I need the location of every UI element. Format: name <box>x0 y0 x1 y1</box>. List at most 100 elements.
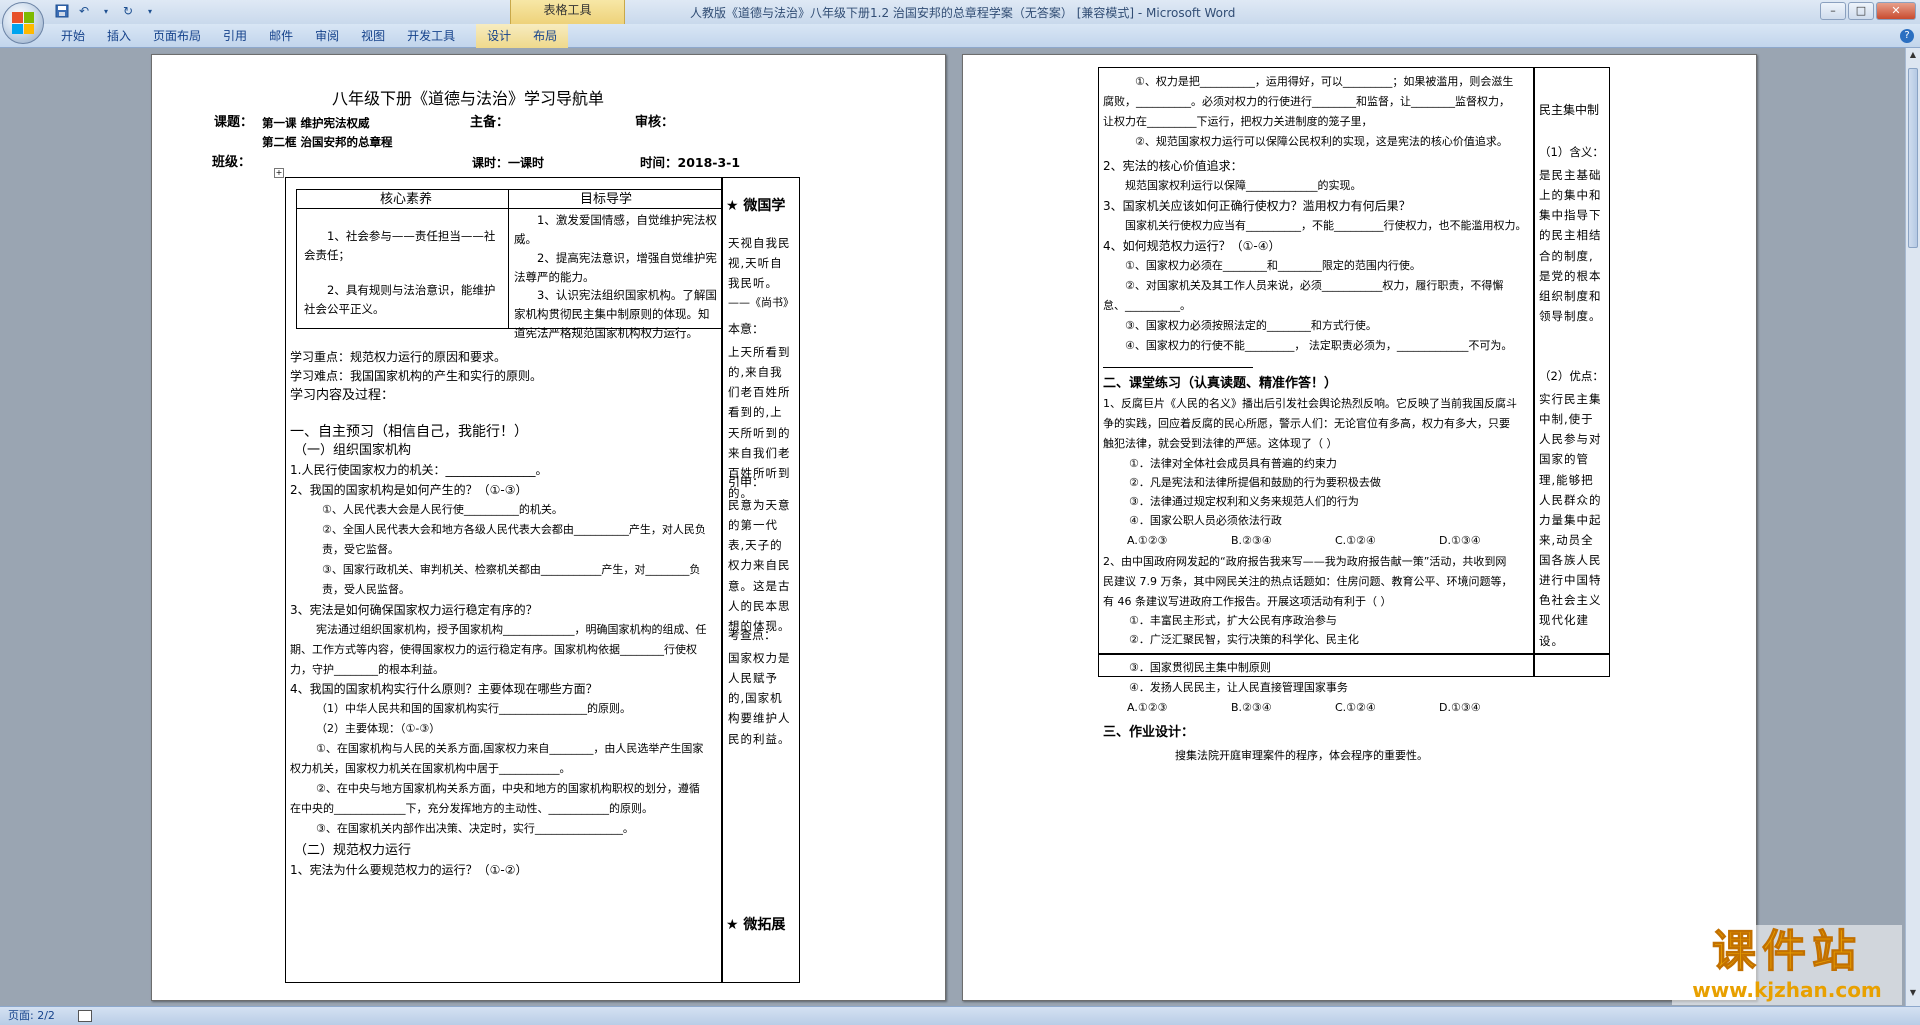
section-1-heading: 一、自主预习（相信自己，我能行！） <box>290 424 528 440</box>
scroll-up-arrow-icon[interactable]: ▲ <box>1908 50 1918 62</box>
p2-q4b2: 怠、__________。 <box>1103 299 1191 312</box>
p2-q2a: 规范国家权利运行以保障_____________的实现。 <box>1125 179 1362 192</box>
q2-b: ②、全国人民代表大会和地方各级人民代表大会都由__________产生，对人民负 <box>322 523 706 536</box>
core-item-1: 1、社会参与——责任担当——社会责任； <box>304 229 496 262</box>
tab-references[interactable]: 引用 <box>212 24 258 48</box>
document-workspace[interactable]: 八年级下册《道德与法治》学习导航单 课题： 第一课 维护宪法权威 主备： 审核：… <box>0 48 1905 1006</box>
goal-item-1: 1、激发爱国情感，自觉维护宪法权威。 <box>514 213 717 246</box>
ex2-c: 有 46 条建议写进政府工作报告。开展这项活动有利于（ ） <box>1103 595 1392 608</box>
key-point: 学习重点：规范权力运行的原因和要求。 <box>290 350 507 364</box>
redo-icon[interactable]: ↻ <box>120 3 136 19</box>
tab-page-layout[interactable]: 页面布局 <box>142 24 212 48</box>
office-button[interactable] <box>2 2 44 44</box>
q4-d2: 在中央的_____________下，充分发挥地方的主动性、__________… <box>290 802 653 815</box>
watermark-url: www.kjzhan.com <box>1692 978 1882 1002</box>
ex2-option-3: ③．国家贯彻民主集中制原则 <box>1129 661 1271 674</box>
tab-home[interactable]: 开始 <box>50 24 96 48</box>
q4-e: ③、在国家机关内部作出决策、决定时，实行________________。 <box>316 822 634 835</box>
date-label: 时间：2018-3-1 <box>640 155 741 170</box>
tab-layout[interactable]: 布局 <box>522 24 569 48</box>
proofing-icon[interactable] <box>78 1010 92 1022</box>
q4-c2: 权力机关，国家权力机关在国家机构中居于___________。 <box>290 762 571 775</box>
difficulty-point: 学习难点：我国国家机构的产生和实行的原则。 <box>290 369 543 383</box>
tab-insert[interactable]: 插入 <box>96 24 142 48</box>
tab-design[interactable]: 设计 <box>476 24 523 48</box>
doc-title: 八年级下册《道德与法治》学习导航单 <box>332 89 605 108</box>
customize-toolbar-icon[interactable]: ▾ <box>142 3 158 19</box>
goal-header: 目标导学 <box>580 192 633 207</box>
tab-mailings[interactable]: 邮件 <box>258 24 304 48</box>
editor-label: 主备： <box>470 115 510 130</box>
ex1-option-2: ②．凡是宪法和法律所提倡和鼓励的行为要积极去做 <box>1129 476 1381 489</box>
goal-item-2: 2、提高宪法意识，增强自觉维护宪法尊严的能力。 <box>514 251 717 284</box>
p2-q4c: ③、国家权力必须按照法定的________和方式行使。 <box>1125 319 1377 332</box>
tab-view[interactable]: 视图 <box>350 24 396 48</box>
goal-item-3: 3、认识宪法组织国家机构。了解国家机构贯彻民主集中制原则的体现。知道宪法严格规范… <box>514 288 717 340</box>
maximize-button[interactable]: □ <box>1848 2 1874 20</box>
p2-line-1d: ②、规范国家权力运行可以保障公民权利的实现，这是宪法的核心价值追求。 <box>1135 135 1508 148</box>
p2-side-adv-label: （2）优点： <box>1539 369 1604 383</box>
ex2-a: 2、由中国政府网发起的“政府报告我来写——我为政府报告献一策”活动，共收到网 <box>1103 555 1507 568</box>
ex1-choice-b: B.②③④ <box>1231 534 1272 547</box>
class-label: 班级： <box>212 155 252 170</box>
watermark-main-text: 课件站 <box>1712 926 1862 978</box>
q5: 1、宪法为什么要规范权力的运行？（①-②） <box>290 863 528 877</box>
ex1-b: 争的实践，回应着反腐的民心所愿，警示人们：无论官位有多高，权力有多大，只要 <box>1103 417 1510 430</box>
lesson-line-1: 第一课 维护宪法权威 <box>262 116 370 130</box>
tab-developer[interactable]: 开发工具 <box>396 24 466 48</box>
p2-line-1b: 腐败，__________。必须对权力的行使进行________和监督，让___… <box>1103 95 1510 108</box>
q4-d: ②、在中央与地方国家机构关系方面，中央和地方的国家机构职权的划分，遵循 <box>316 782 700 795</box>
table-bottom-row-line <box>1098 653 1610 655</box>
subsection-2: （二）规范权力运行 <box>294 843 412 858</box>
document-page-2[interactable]: ①、权力是把__________，运用得好，可以_________；如果被滥用，… <box>962 54 1757 1001</box>
vertical-scrollbar[interactable]: ▲ ▼ <box>1905 48 1920 1006</box>
p2-q4d: ④、国家权力的行使不能_________， 法定职责必须为，__________… <box>1125 339 1513 352</box>
ex2-choice-c: C.①②④ <box>1335 701 1376 714</box>
ex2-option-2: ②．广泛汇聚民智，实行决策的科学化、民主化 <box>1129 633 1359 646</box>
q2-b2: 责，受它监督。 <box>322 543 399 556</box>
hours-label: 课时：一课时 <box>472 156 545 170</box>
section-2-heading: 二、课堂练习（认真读题、精准作答！） <box>1103 376 1338 391</box>
side-ext-label: 引申： <box>728 475 765 489</box>
close-button[interactable]: ✕ <box>1876 2 1916 20</box>
dropdown-arrow-icon[interactable]: ▾ <box>98 3 114 19</box>
side-title: ★ 微国学 <box>726 198 786 214</box>
window-controls: – □ ✕ <box>1820 2 1916 20</box>
table-move-handle-icon[interactable]: + <box>274 168 284 178</box>
subsection-1: （一）组织国家机构 <box>294 443 412 458</box>
scroll-down-arrow-icon[interactable]: ▼ <box>1908 988 1918 1000</box>
section-3-heading: 三、作业设计： <box>1103 725 1195 740</box>
p2-q4a: ①、国家权力必须在________和________限定的范围内行使。 <box>1125 259 1421 272</box>
goals-table-header-line <box>296 208 722 209</box>
course-label: 课题： <box>214 115 254 130</box>
side-source: ——《尚书》 <box>728 296 794 309</box>
office-logo-icon <box>12 12 34 34</box>
q4-c: ①、在国家机构与人民的关系方面,国家权力来自________，由人民选举产生国家 <box>316 742 704 755</box>
document-page-1[interactable]: 八年级下册《道德与法治》学习导航单 课题： 第一课 维护宪法权威 主备： 审核：… <box>151 54 946 1001</box>
tab-review[interactable]: 审阅 <box>304 24 350 48</box>
ribbon: 开始 插入 页面布局 引用 邮件 审阅 视图 开发工具 设计 布局 ? <box>0 24 1920 48</box>
ex1-choice-a: A.①②③ <box>1127 534 1168 547</box>
p2-side-def: 是民主基础上的集中和集中指导下的民主相结合的制度,是党的根本组织制度和领导制度。 <box>1539 168 1602 323</box>
help-icon[interactable]: ? <box>1900 29 1914 43</box>
save-icon[interactable] <box>54 3 70 19</box>
p2-side-adv: 实行民主集中制,使于人民参与对国家的管理,能够把人民群众的力量集中起来,动员全国… <box>1539 392 1602 648</box>
page-count[interactable]: 页面: 2/2 <box>8 1007 55 1025</box>
side-ext-title: ★ 微拓展 <box>726 917 786 933</box>
process-heading: 学习内容及过程： <box>290 388 395 403</box>
ex1-option-4: ④．国家公职人员必须依法行政 <box>1129 514 1282 527</box>
scrollbar-thumb[interactable] <box>1908 68 1918 248</box>
p2-q3a: 国家机关行使权力应当有__________，不能_________行使权力，也不… <box>1125 219 1527 232</box>
q3-a: 宪法通过组织国家机构，授予国家机构_____________，明确国家机构的组成… <box>316 623 707 636</box>
core-item-2: 2、具有规则与法治意识，能维护社会公平正义。 <box>304 283 496 316</box>
q3-c: 力，守护________的根本利益。 <box>290 663 444 676</box>
minimize-button[interactable]: – <box>1820 2 1846 20</box>
goals-table-mid-line <box>508 189 509 329</box>
ex1-choice-d: D.①③④ <box>1439 534 1481 547</box>
p2-q3: 3、国家机关应该如何正确行使权力？滥用权力有何后果？ <box>1103 199 1411 213</box>
homework-text: 搜集法院开庭审理案件的程序，体会程序的重要性。 <box>1175 749 1428 762</box>
undo-icon[interactable]: ↶ <box>76 3 92 19</box>
side-ext: 民意为天意的第一代表,天子的权力来自民意。这是古人的民本思想的体现。 <box>728 498 791 633</box>
side-exam-label: 考查点： <box>728 628 777 642</box>
reviewer-label: 审核： <box>635 115 675 130</box>
